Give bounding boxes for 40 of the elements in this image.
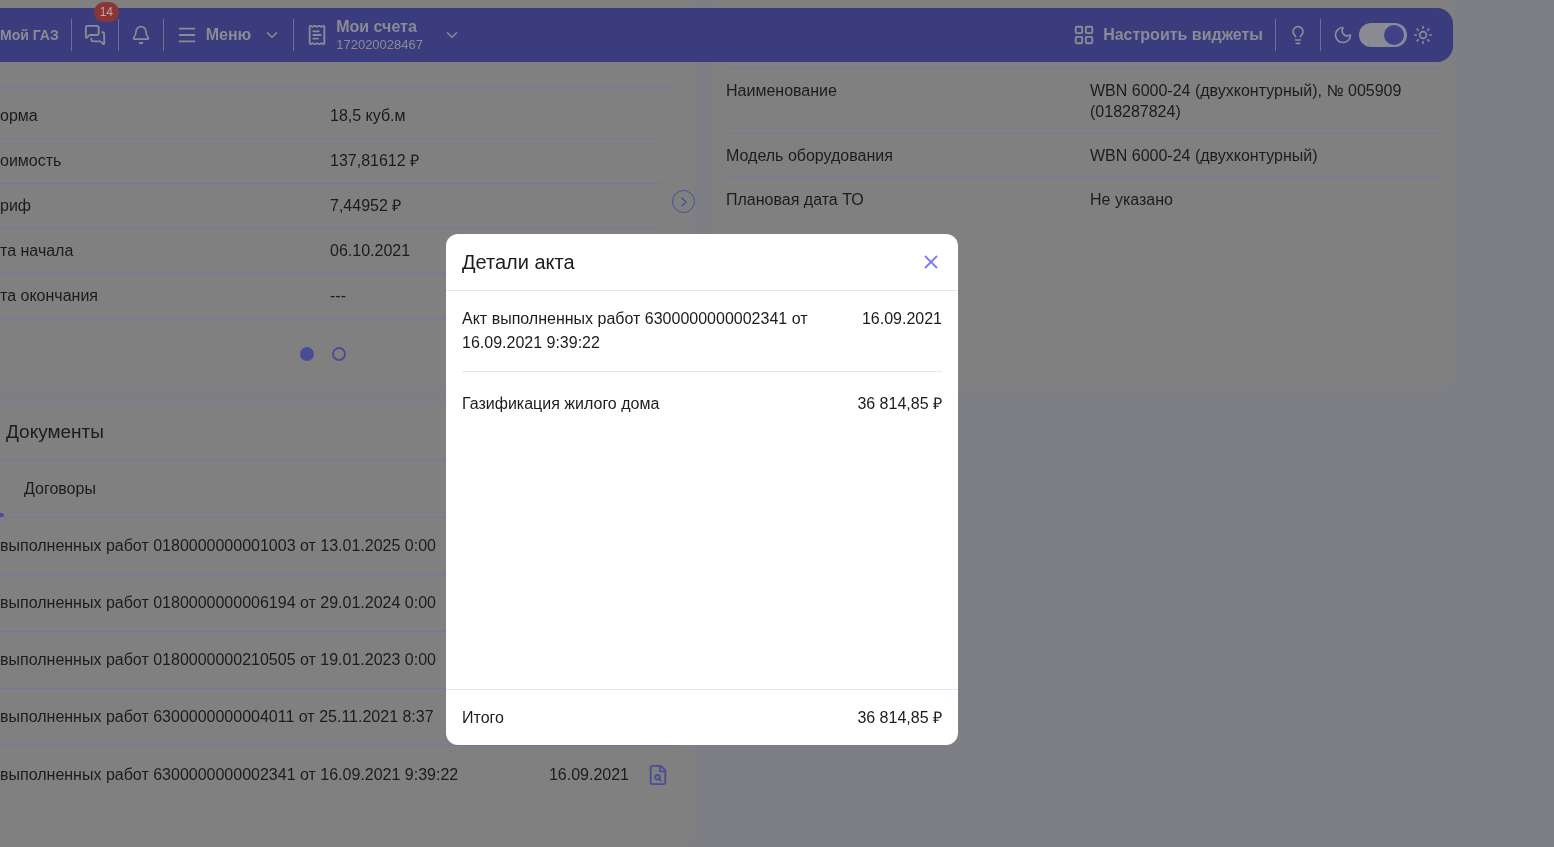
card-title: Документы — [5, 420, 104, 445]
bell-icon[interactable] — [130, 25, 151, 45]
tab-indicator[interactable] — [0, 513, 4, 517]
row-label: та начала — [0, 241, 75, 261]
row-value: 137,81612 ₽ — [330, 151, 420, 171]
row-value: WBN 6000-24 (двухконтурный), № 005909 (018287824) — [1090, 81, 1403, 122]
row-label: Наименование — [726, 81, 838, 101]
widgets-button[interactable]: Настроить виджеты — [1073, 23, 1263, 47]
row-label: риф — [0, 196, 32, 216]
notification-badge: 14 — [93, 2, 119, 22]
row-label: орма — [0, 106, 39, 126]
moon-icon — [1333, 25, 1353, 45]
accounts-dropdown[interactable]: Мои счета 172020028467 — [306, 16, 461, 54]
row-value: 18,5 куб.м — [330, 106, 406, 126]
row-value: 7,44952 ₽ — [330, 196, 402, 216]
row-label: та окончания — [0, 286, 99, 306]
brand-link[interactable]: Мой ГАЗ — [0, 24, 59, 46]
total-label: Итого — [462, 707, 504, 728]
row-label: Модель оборудования — [726, 146, 894, 166]
total-amount: 36 814,85 ₽ — [857, 707, 942, 728]
act-date: 16.09.2021 — [861, 309, 942, 329]
tab[interactable]: Договоры — [4, 461, 116, 517]
view-document-icon[interactable] — [647, 763, 669, 786]
document-title[interactable]: выполненных работ 6300000000002341 от 16.09.2021 9:39:22 — [0, 762, 549, 787]
service-name: Газификация жилого дома — [462, 394, 660, 414]
sun-icon — [1413, 25, 1433, 45]
row-label: оимость — [0, 151, 63, 171]
row-value: Не указано — [1090, 190, 1174, 210]
row-label: Плановая дата ТО — [726, 190, 865, 210]
dialog-title: Детали акта — [462, 250, 575, 275]
document-date: 16.09.2021 — [548, 764, 629, 785]
row-value: WBN 6000-24 (двухконтурный) — [1090, 146, 1319, 166]
row-value: --- — [330, 286, 346, 306]
theme-toggle[interactable] — [1359, 23, 1407, 47]
grid-icon — [1073, 24, 1096, 46]
menu-button[interactable]: Меню — [175, 23, 282, 47]
chat-icon[interactable] — [83, 24, 106, 46]
row-value: 06.10.2021 — [330, 241, 411, 261]
service-amount: 36 814,85 ₽ — [857, 394, 942, 414]
act-description: Акт выполненных работ 6300000000002341 от 16.09.2021 9:39:22 — [462, 309, 809, 353]
